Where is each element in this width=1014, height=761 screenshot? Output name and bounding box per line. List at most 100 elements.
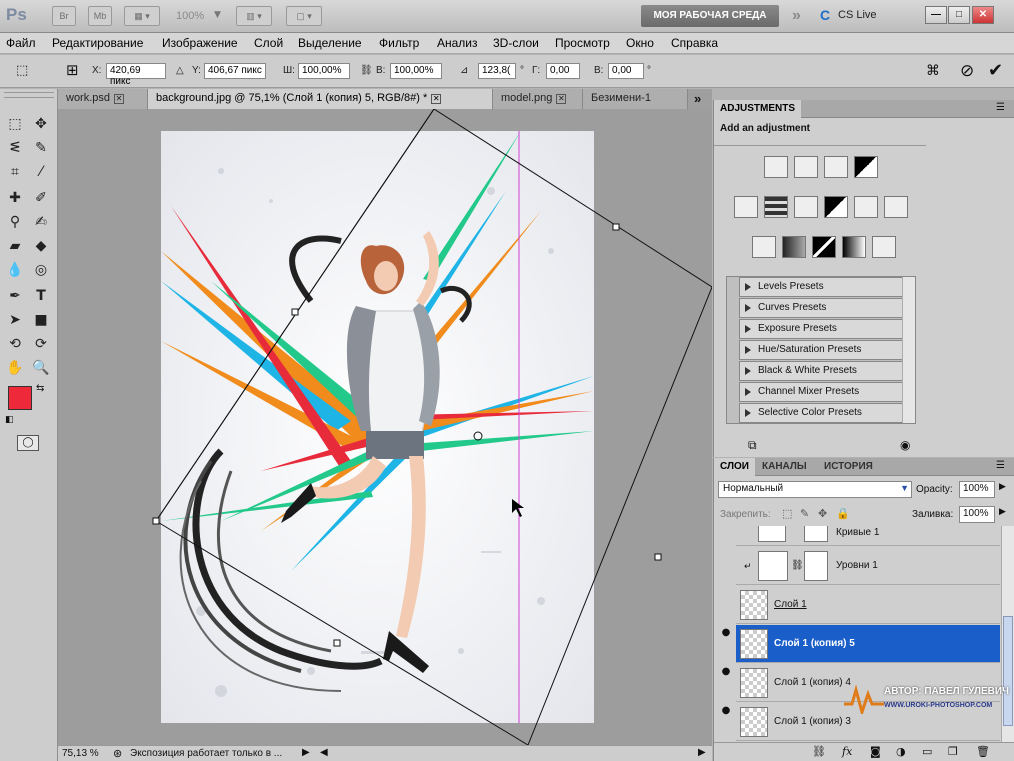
view-extras-button[interactable]: ▦ ▾ — [124, 6, 160, 26]
tab-channels[interactable]: КАНАЛЫ — [756, 458, 813, 476]
fill-slider-icon[interactable]: ▶ — [999, 507, 1006, 517]
menu-filter[interactable]: Фильтр — [379, 36, 419, 50]
zoom-level-select[interactable]: 100% — [176, 10, 204, 22]
menu-help[interactable]: Справка — [671, 36, 718, 50]
paint-bucket-tool-icon[interactable]: ◆ — [30, 235, 52, 257]
clone-stamp-tool-icon[interactable]: ⚲ — [4, 211, 26, 233]
menu-file[interactable]: Файл — [6, 36, 36, 50]
tab-history[interactable]: ИСТОРИЯ — [818, 458, 879, 476]
layer-style-icon[interactable]: fx — [842, 745, 852, 758]
lock-all-icon[interactable]: 🔒 — [836, 507, 850, 520]
brush-tool-icon[interactable]: ✐ — [30, 187, 52, 209]
preset-channel-mixer[interactable]: Channel Mixer Presets — [739, 382, 913, 402]
menu-analysis[interactable]: Анализ — [437, 36, 478, 50]
black-white-icon[interactable] — [824, 196, 848, 218]
preset-exposure[interactable]: Exposure Presets — [739, 319, 913, 339]
delete-layer-icon[interactable]: 🗑 — [976, 745, 990, 758]
blur-tool-icon[interactable]: 💧 — [4, 259, 26, 281]
new-layer-icon[interactable]: ❐ — [948, 745, 958, 758]
photo-filter-icon[interactable] — [854, 196, 878, 218]
channel-mixer-icon[interactable] — [884, 196, 908, 218]
lock-pixels-icon[interactable]: ✎ — [800, 507, 809, 520]
screen-mode-button[interactable]: ▢ ▾ — [286, 6, 322, 26]
hand-tool-icon[interactable]: ✋ — [4, 357, 26, 379]
fill-field[interactable]: 100% — [959, 506, 995, 523]
add-mask-icon[interactable]: ◙ — [870, 745, 881, 758]
menu-edit[interactable]: Редактирование — [52, 36, 143, 50]
tabs-overflow-icon[interactable]: » — [694, 91, 701, 106]
levels-icon[interactable] — [794, 156, 818, 178]
cs-live-button[interactable]: CS Live — [838, 9, 877, 21]
foreground-color-swatch[interactable] — [8, 386, 32, 410]
delta-icon[interactable]: △ — [176, 65, 184, 76]
opacity-field[interactable]: 100% — [959, 481, 995, 498]
status-info-icon[interactable]: ⊛ — [113, 747, 122, 760]
lasso-tool-icon[interactable]: ᓬ — [4, 137, 26, 159]
menu-view[interactable]: Просмотр — [555, 36, 610, 50]
path-selection-tool-icon[interactable]: ➤ — [4, 309, 26, 331]
panel-grip[interactable] — [4, 92, 54, 98]
color-balance-icon[interactable] — [794, 196, 818, 218]
exposure-icon[interactable] — [854, 156, 878, 178]
transform-handle[interactable] — [152, 517, 160, 525]
lock-position-icon[interactable]: ✥ — [818, 507, 827, 520]
crop-tool-icon[interactable]: ⌗ — [4, 161, 26, 183]
transform-pivot[interactable] — [473, 431, 483, 441]
posterize-icon[interactable] — [782, 236, 806, 258]
status-menu-arrow-icon[interactable]: ▶ — [302, 747, 310, 758]
visibility-eye-icon[interactable]: ● — [719, 626, 733, 640]
hue-saturation-icon[interactable] — [764, 196, 788, 218]
visibility-eye-icon[interactable]: ● — [719, 704, 733, 718]
layer-row-layer-1-copy-5[interactable]: Слой 1 (копия) 5 — [736, 625, 1000, 663]
reset-icon[interactable]: ◉ — [900, 438, 910, 452]
layer-row-curves[interactable]: Кривые 1 — [736, 526, 1000, 546]
cs-live-icon[interactable]: C — [820, 7, 830, 23]
width-field[interactable]: 100,00% — [298, 63, 350, 79]
eyedropper-tool-icon[interactable]: ⁄ — [30, 161, 52, 183]
gradient-map-icon[interactable] — [842, 236, 866, 258]
link-layers-icon[interactable]: ⛓ — [812, 745, 826, 758]
close-icon[interactable]: ✕ — [556, 94, 567, 104]
extend-workspace-icon[interactable]: » — [792, 7, 801, 25]
link-icon[interactable]: ⛓ — [791, 560, 804, 571]
mini-bridge-button[interactable]: Mb — [88, 6, 112, 26]
3d-orbit-tool-icon[interactable]: ⟳ — [30, 333, 52, 355]
maximize-button[interactable]: □ — [948, 6, 970, 24]
y-position-field[interactable]: 406,67 пикс — [204, 63, 266, 79]
transform-tool-icon[interactable]: ⬚ — [16, 63, 28, 78]
chevron-down-icon[interactable]: ▼ — [214, 10, 221, 20]
opacity-slider-icon[interactable]: ▶ — [999, 482, 1006, 492]
preset-curves[interactable]: Curves Presets — [739, 298, 913, 318]
panel-menu-icon[interactable]: ☰ — [996, 460, 1005, 471]
transform-bounding-box[interactable] — [58, 109, 712, 745]
visibility-eye-icon[interactable]: ● — [719, 665, 733, 679]
quick-selection-tool-icon[interactable]: ✎ — [30, 137, 52, 159]
menu-select[interactable]: Выделение — [298, 36, 362, 50]
invert-icon[interactable] — [752, 236, 776, 258]
zoom-tool-icon[interactable]: 🔍 — [30, 357, 52, 379]
height-field[interactable]: 100,00% — [390, 63, 442, 79]
rectangle-tool-icon[interactable]: ■ — [30, 309, 52, 331]
horizontal-skew-field[interactable]: 0,00 — [546, 63, 580, 79]
bridge-button[interactable]: Br — [52, 6, 76, 26]
tab-work-psd[interactable]: work.psd ✕ — [58, 89, 148, 109]
presets-scrollbar[interactable] — [902, 277, 915, 423]
scroll-left-icon[interactable]: ◀ — [320, 747, 328, 758]
healing-brush-tool-icon[interactable]: ✚ — [4, 187, 26, 209]
cancel-transform-icon[interactable]: ⊘ — [960, 61, 974, 81]
preset-selective-color[interactable]: Selective Color Presets — [739, 403, 913, 423]
curves-icon[interactable] — [824, 156, 848, 178]
reference-point-icon[interactable]: ⊞ — [66, 61, 79, 79]
menu-3d[interactable]: 3D-слои — [493, 36, 539, 50]
panel-menu-icon[interactable]: ☰ — [996, 102, 1005, 113]
close-button[interactable]: ✕ — [972, 6, 994, 24]
vibrance-icon[interactable] — [734, 196, 758, 218]
menu-layer[interactable]: Слой — [254, 36, 283, 50]
marquee-tool-icon[interactable]: ⬚ — [4, 113, 26, 135]
commit-transform-icon[interactable]: ✔ — [988, 60, 1003, 81]
tab-untitled-1[interactable]: Безимени-1 — [583, 89, 688, 109]
lock-transparency-icon[interactable]: ⬚ — [782, 507, 792, 520]
history-brush-tool-icon[interactable]: ✍ — [30, 211, 52, 233]
brightness-contrast-icon[interactable] — [764, 156, 788, 178]
canvas-area[interactable] — [58, 109, 712, 745]
